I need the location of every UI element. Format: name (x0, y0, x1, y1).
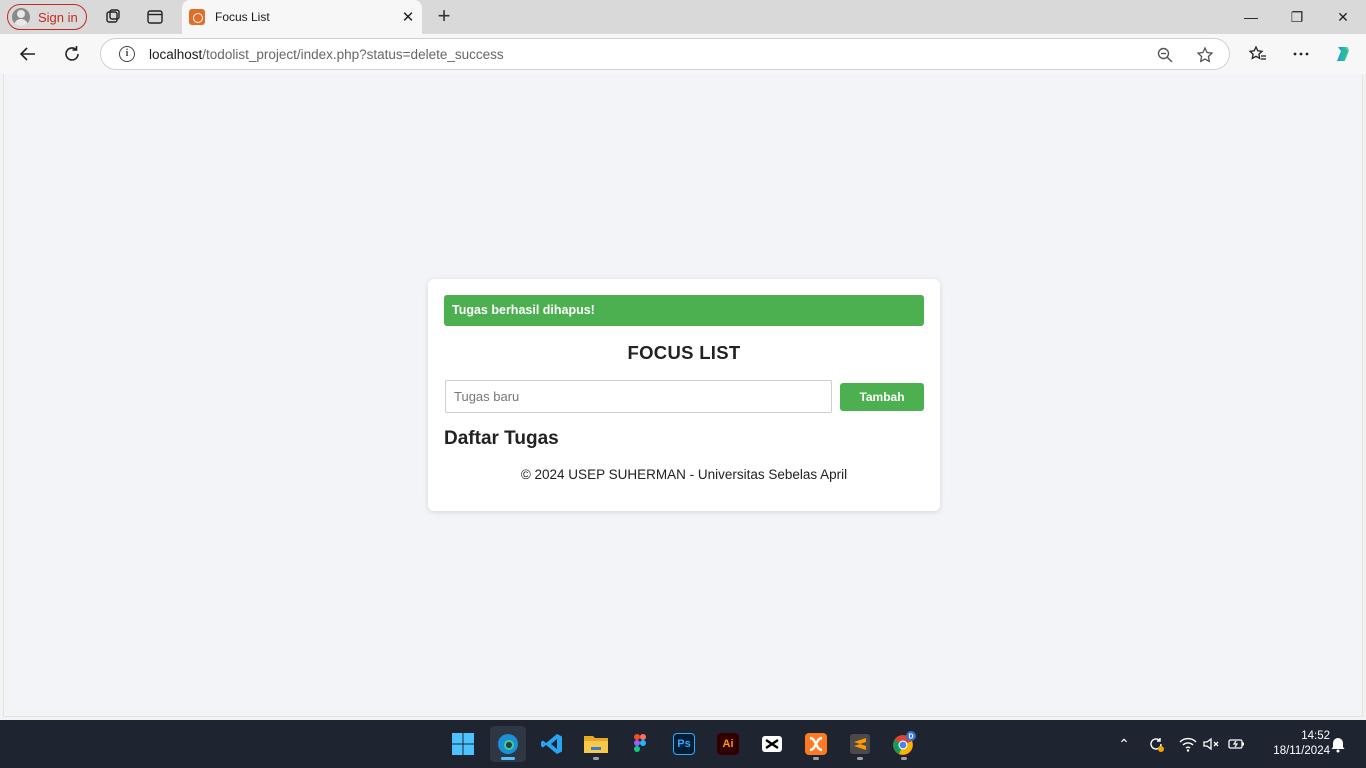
volume-muted-icon[interactable] (1201, 734, 1221, 754)
illustrator-icon: Ai (717, 733, 739, 755)
page-viewport: Tugas berhasil dihapus! FOCUS LIST Tamba… (3, 74, 1363, 717)
todo-card: Tugas berhasil dihapus! FOCUS LIST Tamba… (428, 279, 940, 511)
windows-start-icon (452, 733, 474, 755)
tab-title: Focus List (215, 10, 270, 24)
running-indicator (901, 757, 907, 760)
show-hidden-icons-chevron-icon[interactable]: ⌃ (1114, 734, 1134, 754)
taskbar-vscode[interactable] (534, 726, 570, 762)
taskbar: Ps Ai D ⌃ 14:52 18/11/2024 (0, 720, 1366, 768)
start-button[interactable] (445, 726, 481, 762)
notification-bell-icon[interactable] (1328, 734, 1348, 754)
running-indicator (857, 757, 863, 760)
url-host: localhost (149, 46, 203, 62)
capcut-icon (762, 736, 782, 752)
figma-icon (634, 734, 646, 752)
vscode-icon (541, 734, 562, 754)
add-task-button[interactable]: Tambah (840, 383, 924, 411)
running-indicator (813, 757, 819, 760)
taskbar-capcut[interactable] (754, 726, 790, 762)
browser-toolbar: i localhost/todolist_project/index.php?s… (0, 34, 1366, 74)
xampp-favicon-icon (189, 9, 205, 25)
chrome-icon: D (893, 731, 916, 755)
battery-charging-icon[interactable] (1226, 734, 1246, 754)
site-info-icon[interactable]: i (119, 46, 135, 62)
copilot-icon[interactable] (1333, 44, 1353, 64)
close-window-icon[interactable]: ✕ (1320, 0, 1366, 34)
restore-icon[interactable]: ❐ (1274, 0, 1320, 34)
profile-avatar-icon (12, 8, 30, 26)
url-path: /todolist_project/index.php?status=delet… (202, 46, 504, 62)
taskbar-illustrator[interactable]: Ai (710, 726, 746, 762)
svg-text:D: D (908, 734, 913, 741)
edge-icon (498, 734, 518, 754)
more-options-icon[interactable] (1291, 44, 1311, 64)
clock-time: 14:52 (1301, 730, 1330, 742)
active-indicator (501, 757, 515, 760)
file-explorer-icon (584, 736, 608, 753)
workspaces-icon[interactable] (104, 8, 122, 26)
taskbar-chrome[interactable]: D (886, 726, 922, 762)
close-tab-icon[interactable]: ✕ (394, 8, 422, 26)
refresh-icon[interactable] (59, 41, 85, 67)
taskbar-sublime[interactable] (842, 726, 878, 762)
footer-text: © 2024 USEP SUHERMAN - Universitas Sebel… (520, 467, 848, 482)
sign-in-button[interactable]: Sign in (7, 4, 87, 30)
xampp-icon (805, 733, 827, 755)
sync-update-icon[interactable] (1146, 734, 1166, 754)
new-task-input[interactable] (445, 380, 832, 413)
sign-in-label: Sign in (38, 9, 78, 25)
task-list-heading: Daftar Tugas (444, 428, 559, 449)
tab-actions-icon[interactable] (146, 8, 164, 26)
sublime-icon (850, 734, 870, 754)
taskbar-xampp[interactable] (798, 726, 834, 762)
address-bar[interactable]: i localhost/todolist_project/index.php?s… (100, 38, 1230, 70)
page-title: FOCUS LIST (627, 342, 741, 363)
favorite-star-icon[interactable] (1196, 46, 1214, 64)
running-indicator (593, 757, 599, 760)
taskbar-edge[interactable] (490, 726, 526, 762)
success-alert: Tugas berhasil dihapus! (444, 295, 924, 326)
favorites-icon[interactable] (1248, 44, 1268, 64)
active-tab[interactable]: Focus List ✕ (182, 0, 422, 34)
new-tab-icon[interactable]: + (433, 5, 455, 27)
taskbar-file-explorer[interactable] (578, 726, 614, 762)
back-arrow-icon[interactable] (15, 41, 41, 67)
photoshop-icon: Ps (673, 733, 695, 755)
wifi-icon[interactable] (1178, 734, 1198, 754)
taskbar-figma[interactable] (622, 726, 658, 762)
taskbar-photoshop[interactable]: Ps (666, 726, 702, 762)
minimize-icon[interactable]: — (1228, 0, 1274, 34)
zoom-out-icon[interactable] (1156, 46, 1174, 64)
system-clock[interactable]: 14:52 18/11/2024 (1254, 729, 1330, 759)
browser-tab-bar: Sign in Focus List ✕ + — ❐ ✕ (0, 0, 1366, 34)
clock-date: 18/11/2024 (1273, 745, 1330, 757)
